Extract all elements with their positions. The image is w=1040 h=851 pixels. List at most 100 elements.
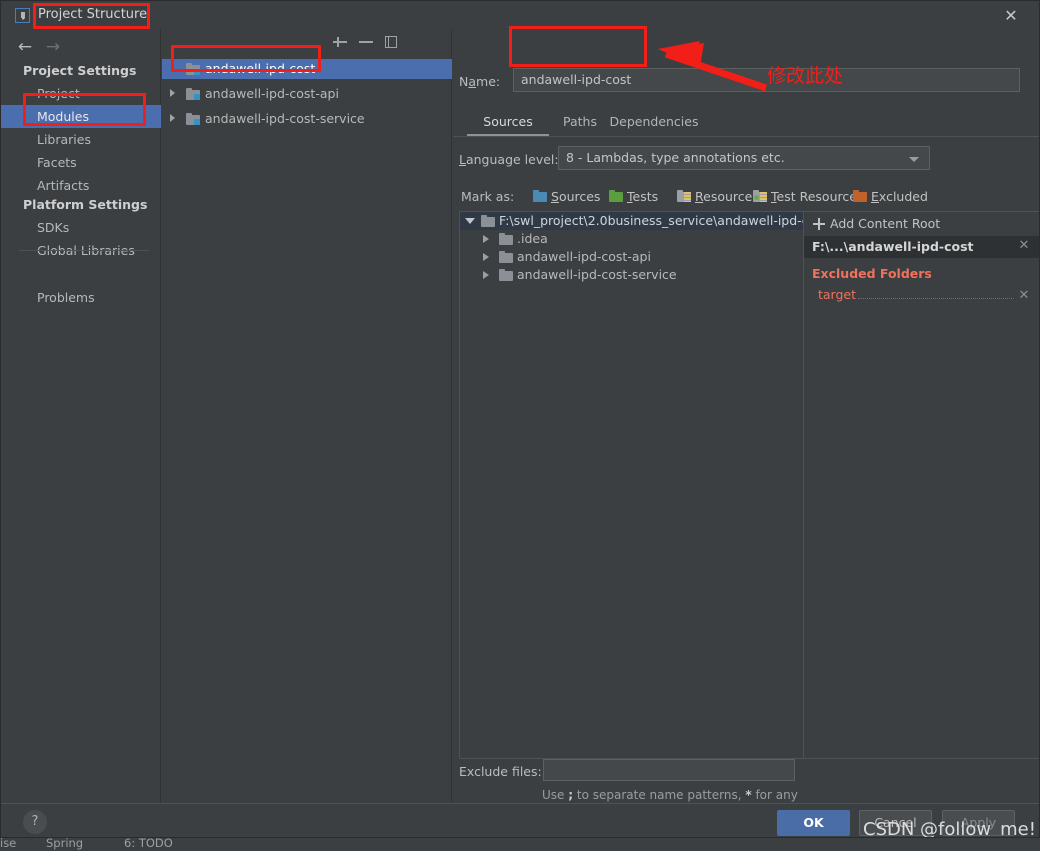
hint-text3: for any [751,788,798,802]
content-root-row[interactable]: andawell-ipd-cost-api [460,248,803,266]
mark-as-sources[interactable]: Sources [533,188,600,205]
sidebar-group-title: Platform Settings [23,197,148,212]
mark-as-label-text: Resources [695,189,759,204]
module-tree-row[interactable]: andawell-ipd-cost-api [162,84,452,104]
add-content-root-label: Add Content Root [830,216,941,231]
sidebar-item-label: Libraries [37,132,91,147]
sidebar-item-label: Artifacts [37,178,90,193]
mark-as-label: Mark as: [461,189,515,204]
status-bar-item[interactable]: 6: TODO [124,836,173,850]
mark-as-label-text: Tests [627,189,659,204]
excluded-folder-item[interactable]: target ✕ [804,286,1039,304]
mark-as-folder-icon [753,190,767,202]
help-button[interactable]: ? [23,810,47,834]
sidebar-item-libraries[interactable]: Libraries [1,128,161,151]
dialog-title-bar: IJ Project Structure ✕ [1,1,1039,29]
settings-tabs: Sources Paths Dependencies [459,110,1039,136]
exclude-files-input[interactable] [543,759,795,781]
hint-text2: to separate name patterns, [573,788,746,802]
sidebar-item-label: Project [37,86,80,101]
expand-triangle-icon[interactable] [483,271,489,279]
folder-icon [499,233,513,245]
excluded-folders-title: Excluded Folders [812,266,932,281]
intellij-logo-icon: IJ [15,8,30,23]
folder-icon [499,251,513,263]
remove-content-root-icon[interactable]: ✕ [1017,239,1031,253]
sidebar-item-facets[interactable]: Facets [1,151,161,174]
sidebar-item-label: Problems [37,290,95,305]
forward-arrow-icon[interactable]: → [41,35,65,59]
modules-panel: andawell-ipd-cost andawell-ipd-cost-api an… [162,29,452,803]
content-root-path: F:\...\andawell-ipd-cost [812,239,974,254]
add-module-icon[interactable] [330,32,350,52]
content-root-label: F:\swl_project\2.0business_service\andaw… [499,213,804,228]
content-roots-panel: Add Content Root F:\...\andawell-ipd-cos… [804,211,1039,759]
content-root-row[interactable]: .idea [460,230,803,248]
mark-as-folder-icon [677,190,691,202]
ok-button[interactable]: OK [777,810,850,836]
back-arrow-icon[interactable]: ← [13,35,37,59]
sidebar-item-label: Facets [37,155,77,170]
module-name-label: andawell-ipd-cost [205,61,316,76]
content-root-row[interactable]: andawell-ipd-cost-service [460,266,803,284]
project-structure-dialog: IJ Project Structure ✕ ← → Project Setti… [0,0,1040,838]
tabs-underline [453,136,1039,137]
hint-text: Use [542,788,569,802]
sidebar-item-artifacts[interactable]: Artifacts [1,174,161,197]
close-icon[interactable]: ✕ [1001,6,1021,26]
tab-label: Paths [563,114,597,129]
mark-as-label-text: Sources [551,189,601,204]
apply-button[interactable]: Apply [942,810,1015,836]
language-level-select[interactable]: 8 - Lambdas, type annotations etc. [558,146,930,170]
mark-as-test-resources[interactable]: Test Resources [753,188,863,205]
mark-as-tests[interactable]: Tests [609,188,658,205]
module-tree-row[interactable]: andawell-ipd-cost [162,59,452,79]
language-level-label: Language level: [459,152,559,167]
chevron-down-icon [909,157,919,162]
sidebar-navigation: ← → [1,35,161,61]
expand-triangle-icon[interactable] [483,253,489,261]
module-folder-icon [186,88,200,100]
module-folder-icon [186,113,200,125]
status-bar-item[interactable]: ise [0,836,16,850]
remove-excluded-folder-icon[interactable]: ✕ [1017,289,1031,303]
language-level-value: 8 - Lambdas, type annotations etc. [566,150,785,165]
expand-triangle-icon[interactable] [170,114,175,122]
sidebar-item-modules[interactable]: Modules [1,105,161,128]
mark-as-resources[interactable]: Resources [677,188,759,205]
tab-paths[interactable]: Paths [559,110,601,136]
collapse-triangle-icon[interactable] [465,218,475,224]
status-bar-item[interactable]: Spring [46,836,83,850]
content-root-label: andawell-ipd-cost-service [517,267,677,282]
sidebar-item-sdks[interactable]: SDKs [1,216,161,239]
add-content-root-button[interactable]: Add Content Root [804,212,1039,236]
settings-sidebar: ← → Project Settings Project Modules Librar… [1,29,161,803]
content-root-label: .idea [517,231,548,246]
excluded-dotted-line [858,298,1014,299]
mark-as-toolbar: Mark as: Sources Tests Resources Test Resou… [453,185,1039,209]
modules-toolbar [162,29,452,53]
content-root-row[interactable]: F:\swl_project\2.0business_service\andaw… [460,212,803,230]
sidebar-item-project[interactable]: Project [1,82,161,105]
folder-icon [499,269,513,281]
module-name-input[interactable]: andawell-ipd-cost [513,68,1020,92]
expand-triangle-icon[interactable] [170,89,175,97]
mark-as-excluded[interactable]: Excluded [853,188,928,205]
module-tree-row[interactable]: andawell-ipd-cost-service [162,109,452,129]
plus-icon [813,218,825,230]
cancel-button[interactable]: Cancel [859,810,932,836]
dialog-footer: ? OK Cancel Apply [1,803,1039,837]
folder-icon [481,215,495,227]
content-root-entry[interactable]: F:\...\andawell-ipd-cost ✕ [804,236,1039,258]
remove-module-icon[interactable] [356,32,376,52]
copy-module-icon[interactable] [382,32,402,52]
tab-dependencies[interactable]: Dependencies [607,110,701,136]
sidebar-item-label: SDKs [37,220,70,235]
sidebar-item-label: Modules [37,109,89,124]
sidebar-group-title: Project Settings [23,63,137,78]
sidebar-item-problems[interactable]: Problems [1,286,161,309]
tab-sources[interactable]: Sources [467,110,549,136]
expand-triangle-icon[interactable] [483,235,489,243]
name-label: Name: [459,74,501,89]
module-name-label: andawell-ipd-cost-api [205,86,339,101]
